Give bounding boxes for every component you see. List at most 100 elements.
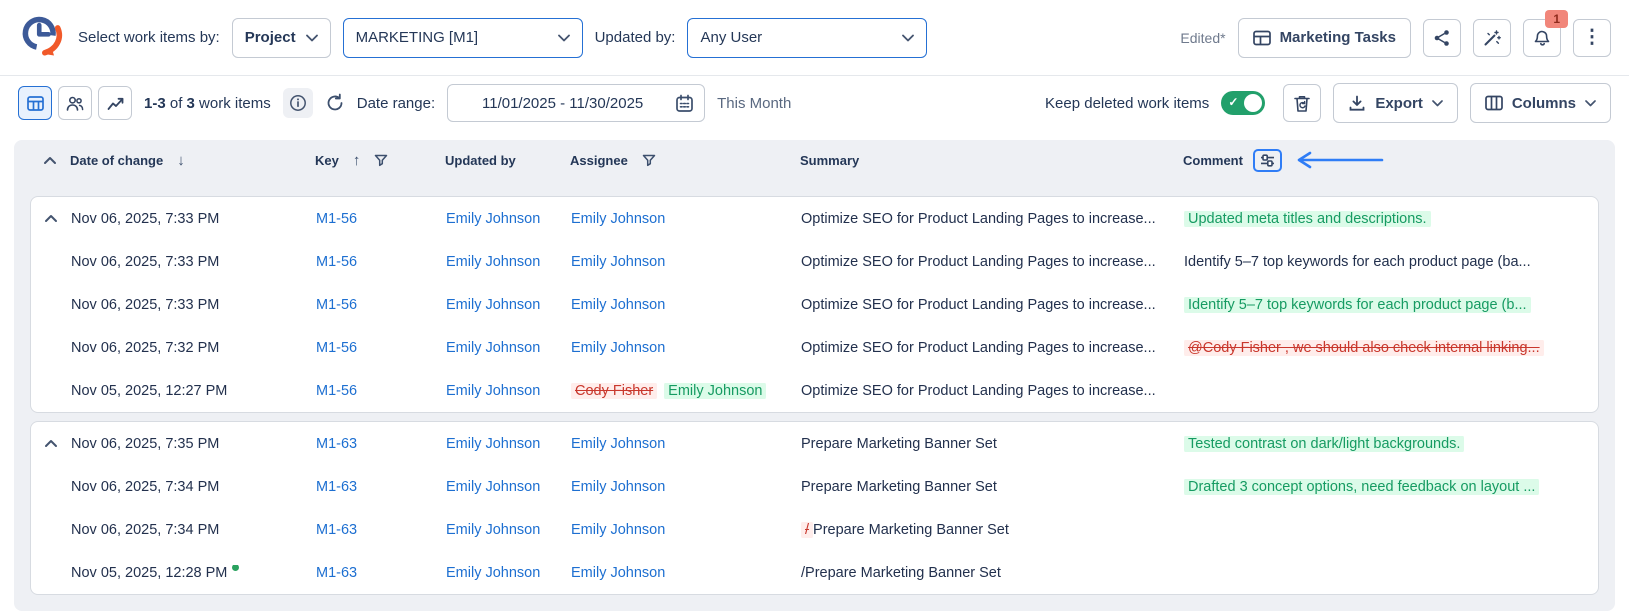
summary-cell: /Prepare Marketing Banner Set xyxy=(801,565,1184,581)
updated-by-user-link[interactable]: Emily Johnson xyxy=(446,522,540,538)
magic-wand-icon xyxy=(1483,29,1501,47)
text-segment: /Prepare Marketing Banner Set xyxy=(801,565,1001,581)
table-row: Nov 06, 2025, 7:34 PMM1-63Emily JohnsonE… xyxy=(31,465,1598,508)
chart-view-button[interactable] xyxy=(98,86,132,120)
change-date: Nov 05, 2025, 12:27 PM xyxy=(71,383,227,399)
user-link[interactable]: Emily Johnson xyxy=(571,522,665,538)
work-item-key-link[interactable]: M1-63 xyxy=(316,565,357,581)
table-row: Nov 05, 2025, 12:27 PM M1-56 Emily Johnson… xyxy=(31,369,1598,412)
comment-cell: @Cody Fisher , we should also check inte… xyxy=(1184,340,1598,356)
work-item-group: Nov 06, 2025, 7:35 PM M1-63 Emily Johnson E… xyxy=(30,421,1599,595)
select-work-items-label: Select work items by: xyxy=(78,29,220,46)
user-link[interactable]: Emily Johnson xyxy=(571,211,665,227)
collapse-group-chevron-icon[interactable] xyxy=(31,439,71,448)
info-button[interactable] xyxy=(283,88,313,118)
summary-cell: Optimize SEO for Product Landing Pages t… xyxy=(801,340,1184,356)
user-link[interactable]: Emily Johnson xyxy=(571,297,665,313)
work-item-count: 1-3 of 3 work items xyxy=(144,95,271,112)
refresh-button[interactable] xyxy=(325,93,345,113)
sort-up-icon[interactable]: ↑ xyxy=(353,152,361,169)
assignee-cell: Emily Johnson xyxy=(571,479,801,495)
annotation-arrow-left-icon xyxy=(1292,151,1384,169)
change-date: Nov 05, 2025, 12:28 PM xyxy=(71,565,227,581)
updated-by-user-link[interactable]: Emily Johnson xyxy=(446,340,540,356)
collapse-group-chevron-icon[interactable] xyxy=(31,214,71,223)
sort-down-icon[interactable]: ↓ xyxy=(177,152,185,169)
comment-settings-button[interactable] xyxy=(1253,149,1282,172)
text-segment: Identify 5–7 top keywords for each produ… xyxy=(1184,254,1531,270)
toggle-check-icon: ✓ xyxy=(1228,95,1238,109)
text-segment: Optimize SEO for Product Landing Pages t… xyxy=(801,340,1156,356)
saved-view-label: Marketing Tasks xyxy=(1280,29,1396,46)
project-select[interactable]: MARKETING [M1] xyxy=(343,18,583,58)
work-item-key-link[interactable]: M1-56 xyxy=(316,211,357,227)
user-link[interactable]: Emily Johnson xyxy=(571,479,665,495)
summary-cell: Optimize SEO for Product Landing Pages t… xyxy=(801,254,1184,270)
updated-by-user-link[interactable]: Emily Johnson xyxy=(446,211,540,227)
work-item-key-link[interactable]: M1-63 xyxy=(316,479,357,495)
trash-icon xyxy=(1293,94,1311,113)
people-view-button[interactable] xyxy=(58,86,92,120)
work-item-key-link[interactable]: M1-63 xyxy=(316,436,357,452)
text-segment: Cody Fisher xyxy=(571,383,657,399)
share-button[interactable] xyxy=(1423,19,1461,57)
export-button[interactable]: Export xyxy=(1333,83,1458,123)
assignee-cell: Emily Johnson xyxy=(571,297,801,313)
filter-funnel-icon[interactable] xyxy=(374,154,388,167)
scope-dropdown[interactable]: Project xyxy=(232,18,331,58)
filter-funnel-icon[interactable] xyxy=(642,154,656,167)
delete-button[interactable] xyxy=(1283,84,1321,122)
summary-cell: Prepare Marketing Banner Set xyxy=(801,436,1184,452)
updated-by-select[interactable]: Any User xyxy=(687,18,927,58)
table-view-icon xyxy=(27,96,44,111)
work-item-key-link[interactable]: M1-56 xyxy=(316,383,357,399)
date-range-value: 11/01/2025 - 11/30/2025 xyxy=(458,95,667,112)
chevron-down-icon xyxy=(558,34,570,42)
summary-cell: Prepare Marketing Banner Set xyxy=(801,479,1184,495)
edited-status-label: Edited* xyxy=(1180,30,1225,46)
project-select-value: MARKETING [M1] xyxy=(356,29,479,46)
work-item-key-link[interactable]: M1-63 xyxy=(316,522,357,538)
work-item-key-link[interactable]: M1-56 xyxy=(316,340,357,356)
columns-button[interactable]: Columns xyxy=(1470,83,1611,123)
notifications-button[interactable]: 1 xyxy=(1523,19,1561,57)
user-link[interactable]: Emily Johnson xyxy=(571,565,665,581)
change-date: Nov 06, 2025, 7:35 PM xyxy=(71,436,219,452)
work-item-key-link[interactable]: M1-56 xyxy=(316,297,357,313)
assignee-cell: Emily Johnson xyxy=(571,565,801,581)
table-view-button[interactable] xyxy=(18,86,52,120)
user-link[interactable]: Emily Johnson xyxy=(571,254,665,270)
updated-by-user-link[interactable]: Emily Johnson xyxy=(446,254,540,270)
table-row: Nov 06, 2025, 7:35 PM M1-63 Emily Johnson E… xyxy=(31,422,1598,465)
kebab-menu-icon: ⋮ xyxy=(1583,26,1602,49)
work-item-key-link[interactable]: M1-56 xyxy=(316,254,357,270)
people-view-icon xyxy=(66,95,84,112)
assignee-cell: Emily Johnson xyxy=(571,211,801,227)
updated-by-user-link[interactable]: Emily Johnson xyxy=(446,383,540,399)
date-range-input[interactable]: 11/01/2025 - 11/30/2025 xyxy=(447,84,705,122)
updated-by-user-link[interactable]: Emily Johnson xyxy=(446,436,540,452)
summary-cell: /Prepare Marketing Banner Set xyxy=(801,522,1184,538)
updated-by-user-link[interactable]: Emily Johnson xyxy=(446,565,540,581)
work-items-table: Date of change ↓ Key ↑ Updated by Assign… xyxy=(14,140,1615,611)
share-icon xyxy=(1433,29,1451,47)
ai-assist-button[interactable] xyxy=(1473,19,1511,57)
keep-deleted-toggle[interactable]: ✓ xyxy=(1221,91,1265,115)
chevron-down-icon xyxy=(1585,100,1596,107)
column-header-updated-by: Updated by xyxy=(445,153,516,168)
collapse-all-chevron-icon[interactable] xyxy=(30,156,70,165)
change-date: Nov 06, 2025, 7:33 PM xyxy=(71,211,219,227)
table-row: Nov 06, 2025, 7:32 PMM1-56Emily JohnsonE… xyxy=(31,326,1598,369)
updated-by-user-link[interactable]: Emily Johnson xyxy=(446,479,540,495)
more-menu-button[interactable]: ⋮ xyxy=(1573,19,1611,57)
user-link[interactable]: Emily Johnson xyxy=(571,436,665,452)
columns-icon xyxy=(1485,95,1503,111)
text-segment: Optimize SEO for Product Landing Pages t… xyxy=(801,254,1156,270)
user-link[interactable]: Emily Johnson xyxy=(571,340,665,356)
summary-cell: Optimize SEO for Product Landing Pages t… xyxy=(801,211,1184,227)
saved-view-button[interactable]: Marketing Tasks xyxy=(1238,18,1411,58)
comment-cell: Identify 5–7 top keywords for each produ… xyxy=(1184,254,1598,270)
updated-by-user-link[interactable]: Emily Johnson xyxy=(446,297,540,313)
app-logo-clock-icon xyxy=(18,13,66,63)
change-date: Nov 06, 2025, 7:33 PM xyxy=(71,297,219,313)
